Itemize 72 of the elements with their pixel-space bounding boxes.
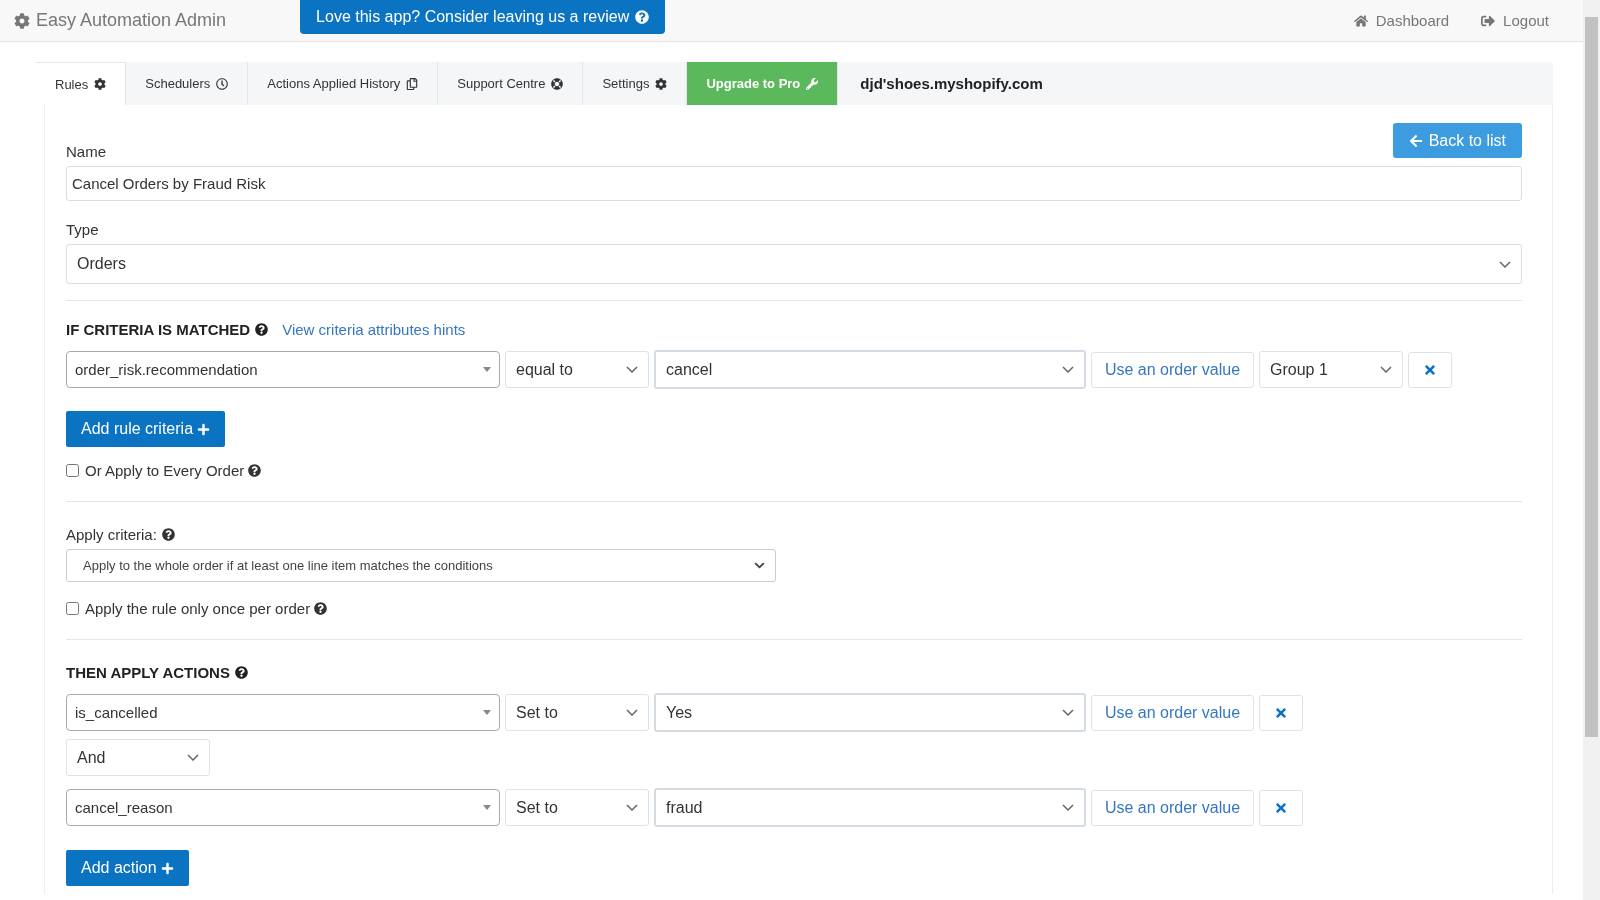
checkbox-label: Apply the rule only once per order: [85, 600, 311, 617]
checkbox-label: Or Apply to Every Order: [85, 462, 245, 479]
logout-icon: [1481, 13, 1496, 28]
section-heading: IF CRITERIA IS MATCHED: [66, 321, 269, 338]
value-select[interactable]: fraud: [654, 788, 1086, 827]
close-icon: [1274, 800, 1288, 815]
chevron-down-icon: [626, 804, 638, 811]
use-order-value-button[interactable]: Use an order value: [1091, 789, 1254, 826]
chevron-down-icon: [187, 754, 199, 761]
gear-icon: [14, 12, 30, 29]
value-select[interactable]: Yes: [654, 693, 1086, 732]
scrollbar[interactable]: [1583, 0, 1600, 900]
gear-icon: [94, 78, 107, 90]
wrench-icon: [806, 77, 819, 90]
caret-icon: [483, 367, 491, 372]
nav-link[interactable]: Dashboard: [1353, 12, 1450, 29]
type-select[interactable]: Orders: [66, 244, 1522, 284]
help-icon: [161, 528, 175, 541]
name-input[interactable]: Cancel Orders by Fraud Risk: [66, 166, 1522, 201]
section-heading: THEN APPLY ACTIONS: [66, 664, 248, 681]
caret-icon: [483, 710, 491, 715]
help-icon: [314, 602, 328, 615]
remove-button[interactable]: [1259, 789, 1303, 826]
field-select[interactable]: cancel_reason: [66, 789, 500, 826]
clock-icon: [216, 77, 229, 90]
add-action-button[interactable]: Add action: [66, 850, 189, 886]
store-name: djd'shoes.myshopify.com: [859, 74, 1043, 94]
chevron-down-icon: [1062, 366, 1074, 373]
field-label: Name: [66, 143, 106, 160]
field-label: Type: [66, 221, 100, 238]
chevron-down-icon: [1062, 709, 1074, 716]
help-icon: [255, 323, 269, 336]
tab[interactable]: Rules: [36, 62, 127, 105]
review-button[interactable]: Love this app? Consider leaving us a review: [300, 0, 666, 34]
caret-icon: [483, 805, 491, 810]
value-select[interactable]: cancel: [654, 350, 1086, 389]
operator-select[interactable]: Set to: [505, 789, 649, 826]
use-order-value-button[interactable]: Use an order value: [1091, 351, 1254, 388]
chevron-down-icon: [1380, 366, 1392, 373]
apply-criteria-select[interactable]: Apply to the whole order if at least one line item matches the conditions: [66, 549, 776, 582]
arrow-left-icon: [1408, 133, 1423, 148]
lifebuoy-icon: [551, 77, 564, 90]
hints-link[interactable]: View criteria attributes hints: [282, 321, 466, 338]
copy-icon: [406, 77, 419, 90]
field-select[interactable]: is_cancelled: [66, 694, 500, 731]
remove-button[interactable]: [1408, 351, 1452, 388]
chevron-down-icon: [626, 366, 638, 373]
gear-icon: [655, 77, 668, 90]
use-order-value-button[interactable]: Use an order value: [1091, 694, 1254, 731]
group-select[interactable]: Group 1: [1259, 351, 1403, 388]
add-rule-criteria-button[interactable]: Add rule criteria: [66, 411, 226, 447]
checkbox[interactable]: [66, 464, 79, 477]
plus-icon: [197, 422, 211, 436]
operator-select[interactable]: Set to: [505, 694, 649, 731]
help-icon: [248, 464, 262, 477]
home-icon: [1353, 13, 1368, 28]
remove-button[interactable]: [1259, 694, 1303, 731]
checkbox[interactable]: [66, 602, 79, 615]
help-icon: [635, 10, 650, 24]
close-icon: [1274, 705, 1288, 720]
operator-select[interactable]: equal to: [505, 351, 649, 388]
chevron-down-icon: [626, 709, 638, 716]
app-title[interactable]: Easy Automation Admin: [14, 10, 227, 31]
chevron-down-icon: [1062, 804, 1074, 811]
field-label: Apply criteria:: [66, 526, 1522, 543]
chevron-down-icon: [1499, 260, 1511, 268]
field-select[interactable]: order_risk.recommendation: [66, 351, 500, 388]
help-icon: [234, 666, 248, 679]
plus-icon: [160, 861, 174, 875]
nav-link[interactable]: Logout: [1481, 12, 1549, 29]
close-icon: [1423, 362, 1437, 377]
connector-select[interactable]: And: [66, 739, 210, 776]
